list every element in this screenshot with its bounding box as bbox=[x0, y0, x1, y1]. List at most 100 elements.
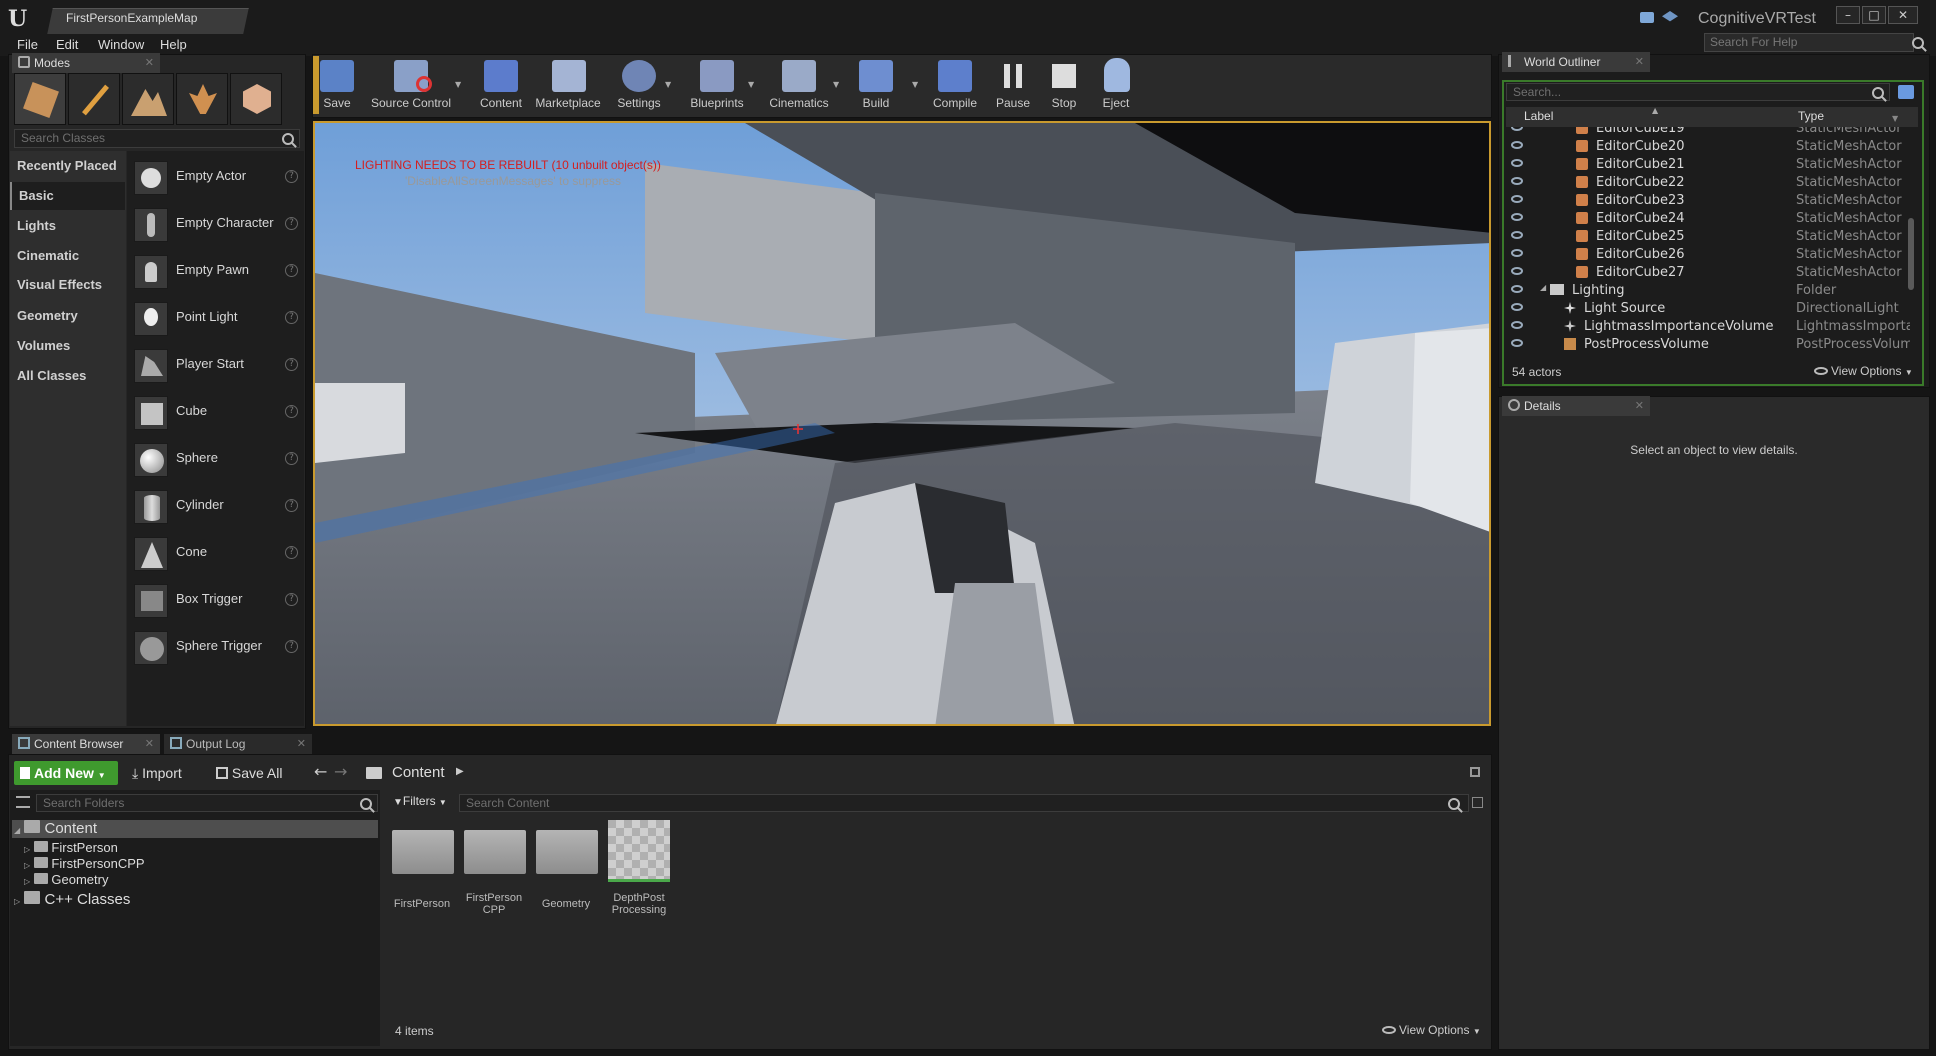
tab-output-log[interactable]: Output Log ✕ bbox=[164, 734, 312, 754]
unreal-logo-icon[interactable]: U bbox=[8, 6, 32, 32]
eye-icon[interactable] bbox=[1511, 285, 1523, 293]
close-tab-icon[interactable]: ✕ bbox=[1635, 396, 1644, 416]
tree-item-geometry[interactable]: ▷ Geometry bbox=[24, 872, 108, 887]
save-search-icon[interactable] bbox=[1472, 797, 1483, 808]
help-search-input[interactable]: Search For Help bbox=[1704, 33, 1914, 52]
close-tab-icon[interactable]: ✕ bbox=[1635, 52, 1644, 72]
outliner-row[interactable]: EditorCube23 StaticMeshActor bbox=[1506, 191, 1910, 209]
source-control-dropdown[interactable]: ▼ bbox=[455, 80, 463, 89]
tree-item-firstpersoncpp[interactable]: ▷ FirstPersonCPP bbox=[24, 856, 145, 871]
help-icon[interactable]: ? bbox=[285, 499, 298, 512]
landscape-mode-button[interactable] bbox=[122, 73, 174, 125]
menu-help[interactable]: Help bbox=[160, 34, 187, 56]
category-geometry[interactable]: Geometry bbox=[10, 302, 125, 330]
breadcrumb-chevron-icon[interactable]: ▶ bbox=[456, 766, 464, 777]
col-type[interactable]: Type bbox=[1798, 109, 1824, 123]
outliner-row[interactable]: LightmassImportanceVolume LightmassImport… bbox=[1506, 317, 1910, 335]
minimize-button[interactable]: – bbox=[1836, 6, 1860, 24]
breadcrumb-content[interactable]: Content bbox=[392, 764, 445, 781]
asset-folder-geometry[interactable] bbox=[536, 830, 598, 874]
eye-icon[interactable] bbox=[1511, 267, 1523, 275]
content-view-options[interactable]: View Options ▼ bbox=[1382, 1023, 1481, 1037]
outliner-row[interactable]: Light Source DirectionalLight bbox=[1506, 299, 1910, 317]
outliner-search-input[interactable]: Search... bbox=[1506, 83, 1890, 101]
import-button[interactable]: ⤓ Import bbox=[132, 762, 182, 784]
close-button[interactable]: ✕ bbox=[1888, 6, 1918, 24]
type-column-dropdown-icon[interactable]: ▼ bbox=[1892, 114, 1898, 123]
maximize-button[interactable]: □ bbox=[1862, 6, 1886, 24]
help-search-icon[interactable] bbox=[1910, 35, 1926, 51]
settings-dropdown[interactable]: ▼ bbox=[665, 80, 673, 89]
foliage-mode-button[interactable] bbox=[176, 73, 228, 125]
outliner-row[interactable]: EditorCube21 StaticMeshActor bbox=[1506, 155, 1910, 173]
build-button[interactable]: Build bbox=[845, 56, 907, 114]
forward-arrow-icon[interactable]: → bbox=[334, 762, 347, 781]
search-content-input[interactable]: Search Content bbox=[459, 794, 1469, 812]
outliner-row[interactable]: EditorCube24 StaticMeshActor bbox=[1506, 209, 1910, 227]
help-icon[interactable]: ? bbox=[285, 311, 298, 324]
expand-arrow-icon[interactable]: ▷ bbox=[24, 861, 30, 870]
eye-icon[interactable] bbox=[1511, 321, 1523, 329]
category-volumes[interactable]: Volumes bbox=[10, 332, 125, 360]
build-dropdown[interactable]: ▼ bbox=[912, 80, 920, 89]
expand-arrow-icon[interactable]: ◢ bbox=[1540, 283, 1546, 292]
cinematics-dropdown[interactable]: ▼ bbox=[833, 80, 841, 89]
place-item-point-light[interactable]: Point Light ? bbox=[128, 296, 304, 340]
eye-icon[interactable] bbox=[1511, 303, 1523, 311]
level-viewport[interactable]: LIGHTING NEEDS TO BE REBUILT (10 unbuilt… bbox=[313, 121, 1491, 726]
tab-content-browser[interactable]: Content Browser ✕ bbox=[12, 734, 160, 754]
outliner-row[interactable]: EditorCube27 StaticMeshActor bbox=[1506, 263, 1910, 281]
back-arrow-icon[interactable]: ← bbox=[314, 762, 327, 781]
outliner-row[interactable]: EditorCube20 StaticMeshActor bbox=[1506, 137, 1910, 155]
place-item-box-trigger[interactable]: Box Trigger ? bbox=[128, 578, 304, 622]
close-tab-icon[interactable]: ✕ bbox=[145, 734, 154, 754]
help-icon[interactable]: ? bbox=[285, 593, 298, 606]
expand-arrow-icon[interactable]: ▷ bbox=[24, 877, 30, 886]
outliner-row[interactable]: EditorCube26 StaticMeshActor bbox=[1506, 245, 1910, 263]
outliner-view-options[interactable]: View Options ▼ bbox=[1814, 364, 1913, 378]
eject-button[interactable]: Eject bbox=[1086, 56, 1146, 114]
outliner-row[interactable]: PostProcessVolume PostProcessVolume bbox=[1506, 335, 1910, 353]
outliner-row[interactable]: ◢ Lighting Folder bbox=[1506, 281, 1910, 299]
outliner-row[interactable]: EditorCube25 StaticMeshActor bbox=[1506, 227, 1910, 245]
search-classes-input[interactable]: Search Classes bbox=[14, 129, 300, 148]
cinematics-button[interactable]: Cinematics bbox=[764, 56, 834, 114]
save-button[interactable]: Save bbox=[306, 56, 368, 114]
chat-icon[interactable] bbox=[1640, 12, 1654, 23]
blueprints-dropdown[interactable]: ▼ bbox=[748, 80, 756, 89]
outliner-row[interactable]: EditorCube19 StaticMeshActor bbox=[1506, 127, 1910, 137]
close-tab-icon[interactable]: ✕ bbox=[297, 734, 306, 754]
asset-folder-firstpersoncpp[interactable] bbox=[464, 830, 526, 874]
help-icon[interactable]: ? bbox=[285, 264, 298, 277]
category-basic[interactable]: Basic bbox=[10, 182, 125, 210]
tab-modes[interactable]: Modes ✕ bbox=[12, 53, 160, 73]
category-lights[interactable]: Lights bbox=[10, 212, 125, 240]
marketplace-button[interactable]: Marketplace bbox=[532, 56, 604, 114]
close-tab-icon[interactable]: ✕ bbox=[145, 53, 154, 73]
place-item-cylinder[interactable]: Cylinder ? bbox=[128, 484, 304, 528]
eye-icon[interactable] bbox=[1511, 141, 1523, 149]
outliner-row[interactable]: EditorCube22 StaticMeshActor bbox=[1506, 173, 1910, 191]
filters-button[interactable]: ▼Filters ▼ bbox=[393, 794, 447, 808]
geometry-mode-button[interactable] bbox=[230, 73, 282, 125]
help-icon[interactable]: ? bbox=[285, 358, 298, 371]
eye-icon[interactable] bbox=[1511, 231, 1523, 239]
category-all-classes[interactable]: All Classes bbox=[10, 362, 125, 390]
place-item-player-start[interactable]: Player Start ? bbox=[128, 343, 304, 387]
help-icon[interactable]: ? bbox=[285, 546, 298, 559]
category-recently-placed[interactable]: Recently Placed bbox=[10, 152, 125, 180]
search-folders-input[interactable]: Search Folders bbox=[36, 794, 378, 812]
tree-item-cpp-classes[interactable]: ▷ C++ Classes bbox=[14, 891, 130, 908]
tab-world-outliner[interactable]: World Outliner ✕ bbox=[1502, 52, 1650, 72]
expand-arrow-icon[interactable]: ▷ bbox=[14, 897, 20, 906]
paint-mode-button[interactable] bbox=[68, 73, 120, 125]
place-item-cube[interactable]: Cube ? bbox=[128, 390, 304, 434]
collapse-arrow-icon[interactable]: ◢ bbox=[14, 826, 20, 835]
place-item-empty-character[interactable]: Empty Character ? bbox=[128, 202, 304, 246]
add-filter-icon[interactable] bbox=[1898, 85, 1914, 99]
tree-item-firstperson[interactable]: ▷ FirstPerson bbox=[24, 840, 118, 855]
content-button[interactable]: Content bbox=[470, 56, 532, 114]
place-item-sphere-trigger[interactable]: Sphere Trigger ? bbox=[128, 625, 304, 669]
save-all-button[interactable]: Save All bbox=[216, 762, 282, 784]
help-icon[interactable]: ? bbox=[285, 405, 298, 418]
